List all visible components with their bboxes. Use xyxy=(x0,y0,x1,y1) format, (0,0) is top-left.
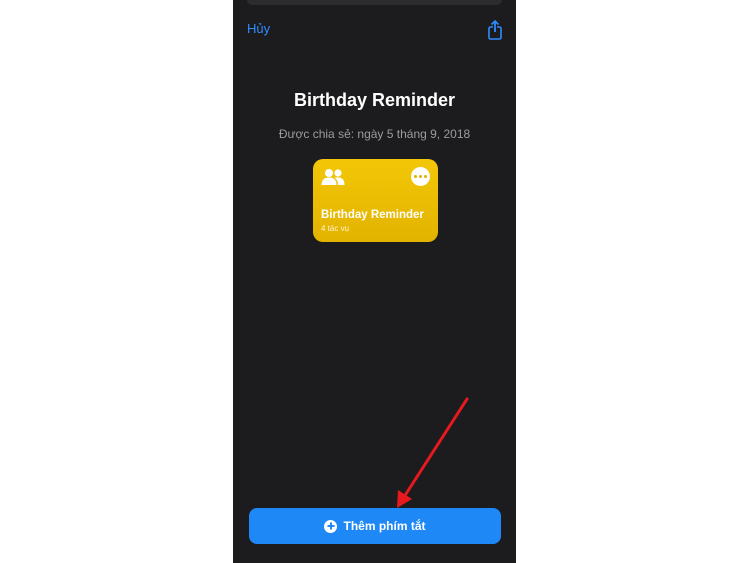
add-shortcut-label: Thêm phím tắt xyxy=(343,519,426,533)
more-options-button[interactable] xyxy=(411,167,430,186)
card-shortcut-name: Birthday Reminder xyxy=(321,209,424,221)
more-dot-icon xyxy=(414,175,417,178)
shortcut-title: Birthday Reminder xyxy=(293,90,456,110)
plus-circle-icon xyxy=(324,519,338,533)
card-action-count: 4 tác vụ xyxy=(321,224,350,233)
shortcut-card[interactable]: Birthday Reminder 4 tác vụ xyxy=(313,159,438,242)
more-dot-icon xyxy=(424,175,427,178)
cancel-button[interactable]: Hủy xyxy=(247,21,270,36)
share-icon xyxy=(488,19,502,40)
people-icon xyxy=(321,169,345,185)
share-button[interactable] xyxy=(486,19,504,40)
more-dot-icon xyxy=(419,175,422,178)
sheet-edge xyxy=(247,0,502,5)
phone-screen: Hủy Birthday Reminder Được chia sẻ: ngày… xyxy=(233,0,516,563)
shared-date: Được chia sẻ: ngày 5 tháng 9, 2018 xyxy=(278,127,471,141)
add-shortcut-button[interactable]: Thêm phím tắt xyxy=(249,508,501,544)
